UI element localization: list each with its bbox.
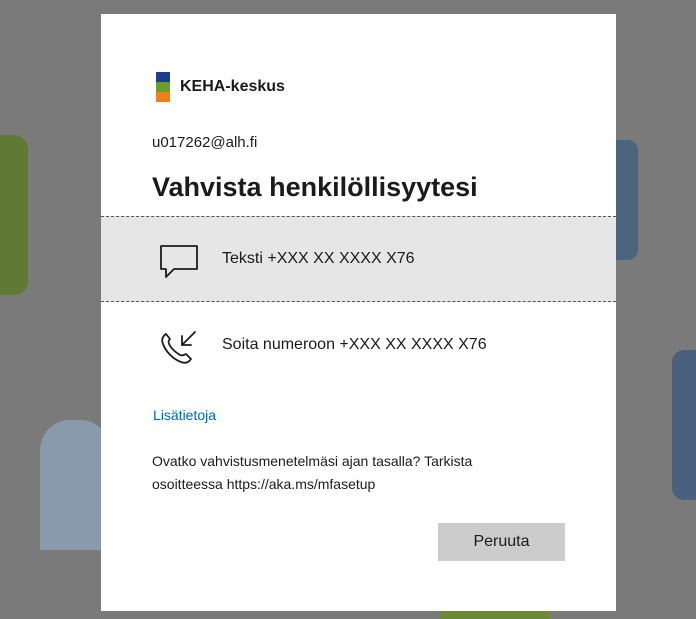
verify-identity-dialog: KEHA-keskus u017262@alh.fi Vahvista henk… <box>101 14 616 611</box>
more-info-link[interactable]: Lisätietoja <box>153 407 216 423</box>
option-phone-call-label: Soita numeroon +XXX XX XXXX X76 <box>222 336 487 353</box>
background-shape <box>40 420 110 550</box>
brand-logo: KEHA-keskus <box>156 72 285 102</box>
account-email: u017262@alh.fi <box>152 134 258 151</box>
background-shape <box>616 140 638 260</box>
message-icon <box>160 245 198 278</box>
background-shape <box>672 350 696 500</box>
logo-mark-icon <box>156 72 170 102</box>
page-title: Vahvista henkilöllisyytesi <box>152 172 478 202</box>
option-text-message-label: Teksti +XXX XX XXXX X76 <box>222 250 415 267</box>
notice-line: osoitteessa https://aka.ms/mfasetup <box>152 476 376 492</box>
brand-name: KEHA-keskus <box>180 78 285 95</box>
option-text-message[interactable]: Teksti +XXX XX XXXX X76 <box>101 216 616 302</box>
phone-incoming-icon <box>161 331 196 364</box>
background-shape <box>0 135 28 295</box>
mfa-setup-notice: Ovatko vahvistusmenetelmäsi ajan tasalla… <box>152 450 552 496</box>
option-phone-call[interactable]: Soita numeroon +XXX XX XXXX X76 <box>101 302 616 388</box>
notice-line: Ovatko vahvistusmenetelmäsi ajan tasalla… <box>152 453 473 469</box>
cancel-button[interactable]: Peruuta <box>438 523 565 561</box>
